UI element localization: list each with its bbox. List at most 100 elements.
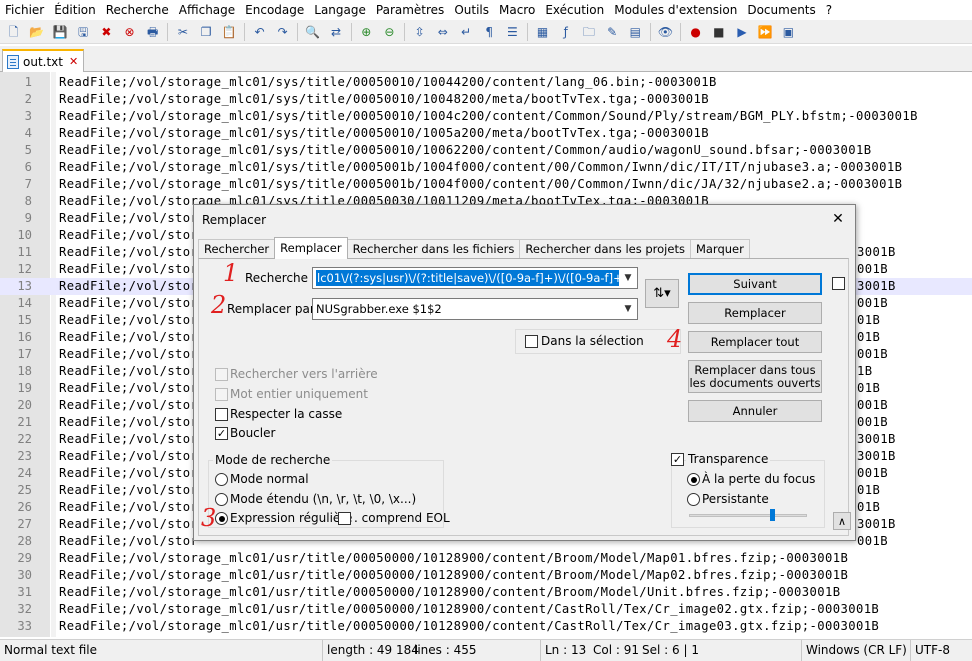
menu-item[interactable]: Modules d'extension — [609, 0, 742, 20]
tab-rechercher[interactable]: Rechercher — [198, 239, 276, 259]
close-tab-icon[interactable]: ✕ — [69, 55, 78, 68]
save-icon[interactable]: 💾 — [51, 23, 69, 41]
menu-item[interactable]: ? — [821, 0, 837, 20]
paste-icon[interactable]: 📋 — [220, 23, 238, 41]
transparency-slider-thumb[interactable] — [770, 509, 775, 521]
mode-extended-radio[interactable] — [215, 493, 228, 506]
monitoring-icon[interactable]: 👁 — [656, 23, 674, 41]
menu-item[interactable]: Recherche — [101, 0, 174, 20]
replace-input[interactable]: NUSgrabber.exe $1$2 — [316, 301, 619, 317]
close-icon[interactable]: ✕ — [825, 208, 851, 230]
editor-line[interactable]: 5 ReadFile;/vol/storage_mlc01/sys/title/0… — [0, 142, 972, 159]
close-icon[interactable]: ✖ — [97, 23, 115, 41]
wrap-checkbox[interactable]: ✓ — [215, 427, 228, 440]
in-selection-checkbox[interactable] — [525, 335, 538, 348]
zoom-in-icon[interactable]: ⊕ — [357, 23, 375, 41]
editor-line[interactable]: 32 ReadFile;/vol/storage_mlc01/usr/title/… — [0, 601, 972, 618]
mode-regex-radio[interactable] — [215, 512, 228, 525]
menu-item[interactable]: Édition — [49, 0, 101, 20]
editor-line[interactable]: 2 ReadFile;/vol/storage_mlc01/sys/title/0… — [0, 91, 972, 108]
doc-switcher-icon[interactable]: ▤ — [626, 23, 644, 41]
chevron-down-icon[interactable]: ▼ — [621, 299, 635, 319]
menu-item[interactable]: Fichier — [0, 0, 49, 20]
cut-icon[interactable]: ✂ — [174, 23, 192, 41]
user-lang-icon[interactable]: ✎ — [603, 23, 621, 41]
word-wrap-icon[interactable]: ↵ — [457, 23, 475, 41]
toolbar-separator — [297, 22, 299, 41]
folder-workspace-icon[interactable]: 🗀 — [580, 23, 598, 41]
stop-macro-icon[interactable]: ■ — [710, 23, 728, 41]
transparency-toggle-checkbox[interactable] — [832, 277, 845, 290]
menu-item[interactable]: Langage — [309, 0, 371, 20]
collapse-button[interactable]: ∧ — [833, 512, 851, 530]
run-macro-multiple-icon[interactable]: ⏩ — [756, 23, 774, 41]
open-file-icon[interactable]: 📂 — [28, 23, 46, 41]
editor-line[interactable]: 30 ReadFile;/vol/storage_mlc01/usr/title/… — [0, 567, 972, 584]
menu-item[interactable]: Paramètres — [371, 0, 449, 20]
replace-combo[interactable]: NUSgrabber.exe $1$2 ▼ — [312, 298, 638, 320]
zoom-out-icon[interactable]: ⊖ — [380, 23, 398, 41]
doc-map-icon[interactable]: ▦ — [534, 23, 552, 41]
new-file-icon[interactable]: 🗋 — [5, 23, 23, 41]
line-number: 18 — [17, 364, 32, 378]
play-macro-icon[interactable]: ▶ — [733, 23, 751, 41]
function-list-icon[interactable]: ƒ — [557, 23, 575, 41]
line-number: 29 — [17, 551, 32, 565]
line-text-tail: 3001B — [857, 279, 896, 293]
tab-rechercher-fichiers[interactable]: Rechercher dans les fichiers — [346, 239, 521, 259]
save-macro-icon[interactable]: ▣ — [779, 23, 797, 41]
show-all-chars-icon[interactable]: ¶ — [480, 23, 498, 41]
menu-item[interactable]: Encodage — [240, 0, 309, 20]
find-combo[interactable]: lc01\/(?:sys|usr)\/(?:title|save)\/([0-9… — [312, 267, 638, 289]
swap-direction-button[interactable]: ⇅▾ — [645, 279, 679, 308]
line-text: ReadFile;/vol/storage_mlc01/sys/title/00… — [59, 160, 903, 174]
dot-newline-checkbox[interactable] — [338, 512, 351, 525]
print-icon[interactable]: 🖶 — [144, 23, 162, 41]
tab-remplacer[interactable]: Remplacer — [274, 237, 348, 259]
menu-item[interactable]: Macro — [494, 0, 540, 20]
editor-line[interactable]: 3 ReadFile;/vol/storage_mlc01/sys/title/0… — [0, 108, 972, 125]
match-case-checkbox[interactable] — [215, 408, 228, 421]
tab-marquer[interactable]: Marquer — [689, 239, 750, 259]
editor-line[interactable]: 33 ReadFile;/vol/storage_mlc01/usr/title/… — [0, 618, 972, 635]
indent-guide-icon[interactable]: ☰ — [503, 23, 521, 41]
transparency-slider-track[interactable] — [689, 514, 807, 517]
editor-line[interactable]: 7 ReadFile;/vol/storage_mlc01/sys/title/0… — [0, 176, 972, 193]
tab-out-txt[interactable]: out.txt ✕ — [2, 49, 84, 72]
chevron-down-icon[interactable]: ▼ — [621, 268, 635, 288]
redo-icon[interactable]: ↷ — [274, 23, 292, 41]
undo-icon[interactable]: ↶ — [250, 23, 268, 41]
save-all-icon[interactable]: 🖫 — [74, 23, 92, 41]
toolbar-separator — [167, 22, 169, 41]
record-macro-icon[interactable]: ● — [687, 23, 705, 41]
replace-all-button[interactable]: Remplacer tout — [688, 331, 822, 353]
transparency-checkbox[interactable]: ✓ — [671, 453, 684, 466]
mode-normal-radio[interactable] — [215, 473, 228, 486]
menu-item[interactable]: Documents — [742, 0, 820, 20]
sync-horizontal-icon[interactable]: ⇔ — [434, 23, 452, 41]
editor-line[interactable]: 6 ReadFile;/vol/storage_mlc01/sys/title/0… — [0, 159, 972, 176]
copy-icon[interactable]: ❐ — [197, 23, 215, 41]
menu-item[interactable]: Outils — [449, 0, 494, 20]
replace-icon[interactable]: ⇄ — [327, 23, 345, 41]
sync-vertical-icon[interactable]: ⇳ — [411, 23, 429, 41]
next-button[interactable]: Suivant — [688, 273, 822, 295]
always-radio[interactable] — [687, 493, 700, 506]
whole-word-checkbox[interactable] — [215, 388, 228, 401]
menu-item[interactable]: Affichage — [174, 0, 240, 20]
tab-rechercher-projets[interactable]: Rechercher dans les projets — [519, 239, 691, 259]
editor-line[interactable]: 4 ReadFile;/vol/storage_mlc01/sys/title/0… — [0, 125, 972, 142]
find-input[interactable]: lc01\/(?:sys|usr)\/(?:title|save)\/([0-9… — [316, 270, 619, 286]
menu-item[interactable]: Exécution — [540, 0, 609, 20]
close-all-icon[interactable]: ⊗ — [121, 23, 139, 41]
cancel-button[interactable]: Annuler — [688, 400, 822, 422]
toolbar: 🗋 📂 💾 🖫 ✖ ⊗ 🖶 ✂ ❐ 📋 ↶ ↷ 🔍 ⇄ ⊕ ⊖ ⇳ ⇔ ↵ ¶ ☰ ▦ ƒ 🗀 ✎ ▤ 👁 ● ■ ▶ ⏩ ▣ — [0, 20, 972, 44]
backward-checkbox[interactable] — [215, 368, 228, 381]
replace-button[interactable]: Remplacer — [688, 302, 822, 324]
find-icon[interactable]: 🔍 — [304, 23, 322, 41]
replace-all-docs-button[interactable]: Remplacer dans tous les documents ouvert… — [688, 360, 822, 393]
editor-line[interactable]: 31 ReadFile;/vol/storage_mlc01/usr/title/… — [0, 584, 972, 601]
editor-line[interactable]: 29 ReadFile;/vol/storage_mlc01/usr/title/… — [0, 550, 972, 567]
editor-line[interactable]: 1 ReadFile;/vol/storage_mlc01/sys/title/0… — [0, 74, 972, 91]
on-focus-loss-radio[interactable] — [687, 473, 700, 486]
